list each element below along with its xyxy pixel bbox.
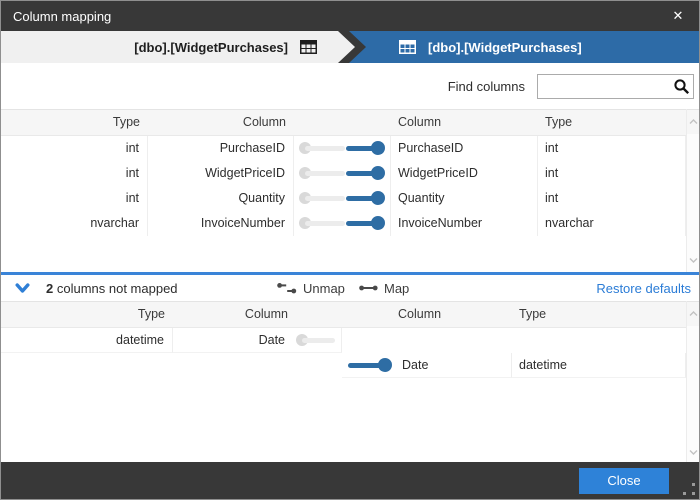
column-right: Quantity <box>391 186 538 211</box>
header-column-left: Column <box>148 110 294 135</box>
mapping-slider-mapped[interactable] <box>299 165 385 181</box>
header-column-right: Column <box>391 302 512 327</box>
table-icon <box>399 40 416 54</box>
map-icon <box>359 283 378 293</box>
header-column-left: Column <box>173 302 296 327</box>
footer-bar: Close <box>1 462 700 499</box>
type-right: int <box>538 186 686 211</box>
unmapped-grid-header: Type Column Column Type <box>1 301 686 328</box>
slider-track <box>305 196 345 201</box>
header-type-left: Type <box>1 110 148 135</box>
column-right: InvoiceNumber <box>391 211 538 236</box>
table-row: Date datetime <box>1 353 686 378</box>
column-right-cell: Date <box>342 353 512 378</box>
restore-defaults-link[interactable]: Restore defaults <box>596 275 691 301</box>
unmapped-toolbar: 2 columns not mapped Unmap Map Restore d… <box>1 275 699 301</box>
type-right: datetime <box>512 353 686 378</box>
search-icon[interactable] <box>673 78 690 95</box>
unmap-label: Unmap <box>303 281 345 296</box>
column-left: PurchaseID <box>148 136 294 161</box>
scrollbar-vertical[interactable] <box>686 109 699 272</box>
resize-grip[interactable] <box>683 483 695 495</box>
unmapped-count-text: 2 columns not mapped <box>46 281 178 296</box>
title-bar: Column mapping ✕ <box>1 1 699 31</box>
chevron-down-icon <box>15 283 30 294</box>
type-left: int <box>1 161 148 186</box>
column-left: Date <box>259 328 285 353</box>
close-button[interactable]: Close <box>579 468 669 494</box>
unmap-button[interactable]: Unmap <box>277 275 345 301</box>
table-row: nvarchar InvoiceNumber InvoiceNumber nva… <box>1 211 686 236</box>
search-box <box>537 74 694 99</box>
column-right: PurchaseID <box>391 136 538 161</box>
column-left: Quantity <box>148 186 294 211</box>
type-left: datetime <box>1 328 173 353</box>
slider-handle[interactable] <box>371 191 385 205</box>
column-left: InvoiceNumber <box>148 211 294 236</box>
table-row: datetime Date <box>1 328 686 353</box>
scroll-up-icon[interactable] <box>687 109 699 134</box>
mapping-slider-mapped[interactable] <box>299 215 385 231</box>
target-table-header: [dbo].[WidgetPurchases] <box>349 31 700 63</box>
column-mapping-dialog: Column mapping ✕ [dbo].[WidgetPurchases]… <box>0 0 700 500</box>
scrollbar-vertical[interactable] <box>686 301 699 464</box>
header-type-right: Type <box>512 302 686 327</box>
scroll-up-icon[interactable] <box>687 301 699 326</box>
slider-track <box>305 221 345 226</box>
column-right: Date <box>402 353 428 378</box>
table-icon <box>300 40 317 54</box>
mapping-slider-unmapped-left[interactable] <box>296 332 336 348</box>
column-right: WidgetPriceID <box>391 161 538 186</box>
dialog-title: Column mapping <box>13 9 111 24</box>
header-type-left: Type <box>1 302 173 327</box>
search-input[interactable] <box>537 74 694 99</box>
type-right: nvarchar <box>538 211 686 236</box>
collapse-section-button[interactable] <box>14 280 30 296</box>
unmapped-count: 2 <box>46 281 53 296</box>
unmapped-columns-grid: Type Column Column Type datetime Date <box>1 301 699 464</box>
mapping-slider-mapped[interactable] <box>299 140 385 156</box>
type-left: int <box>1 186 148 211</box>
table-row: int PurchaseID PurchaseID int <box>1 136 686 161</box>
mapping-slider-mapped[interactable] <box>299 190 385 206</box>
header-column-right: Column <box>391 110 538 135</box>
slider-track <box>305 146 345 151</box>
find-columns-label: Find columns <box>448 79 525 94</box>
column-left: WidgetPriceID <box>148 161 294 186</box>
header-type-right: Type <box>538 110 686 135</box>
column-left-cell: Date <box>173 328 342 353</box>
slider-blue-bar <box>348 363 382 368</box>
slider-track <box>305 171 345 176</box>
scroll-down-icon[interactable] <box>687 439 699 464</box>
type-left: int <box>1 136 148 161</box>
close-icon[interactable]: ✕ <box>667 5 689 27</box>
map-button[interactable]: Map <box>359 275 409 301</box>
mapped-grid-header: Type Column Column Type <box>1 109 686 136</box>
unmap-icon <box>277 282 297 295</box>
find-columns-row: Find columns <box>1 63 699 109</box>
table-row: int WidgetPriceID WidgetPriceID int <box>1 161 686 186</box>
type-left: nvarchar <box>1 211 148 236</box>
mapping-slider-unmapped-right[interactable] <box>348 357 392 373</box>
scroll-down-icon[interactable] <box>687 247 699 272</box>
source-table-header: [dbo].[WidgetPurchases] <box>1 31 355 63</box>
slider-track <box>302 338 335 343</box>
type-right: int <box>538 136 686 161</box>
slider-handle[interactable] <box>371 216 385 230</box>
target-table-name: [dbo].[WidgetPurchases] <box>428 40 582 55</box>
table-row: int Quantity Quantity int <box>1 186 686 211</box>
slider-handle[interactable] <box>371 141 385 155</box>
type-right: int <box>538 161 686 186</box>
slider-handle[interactable] <box>378 358 392 372</box>
slider-handle[interactable] <box>371 166 385 180</box>
map-label: Map <box>384 281 409 296</box>
source-table-name: [dbo].[WidgetPurchases] <box>134 40 288 55</box>
mapped-columns-grid: Type Column Column Type int PurchaseID <box>1 109 699 272</box>
table-breadcrumb: [dbo].[WidgetPurchases] [dbo].[WidgetPur… <box>1 31 699 63</box>
